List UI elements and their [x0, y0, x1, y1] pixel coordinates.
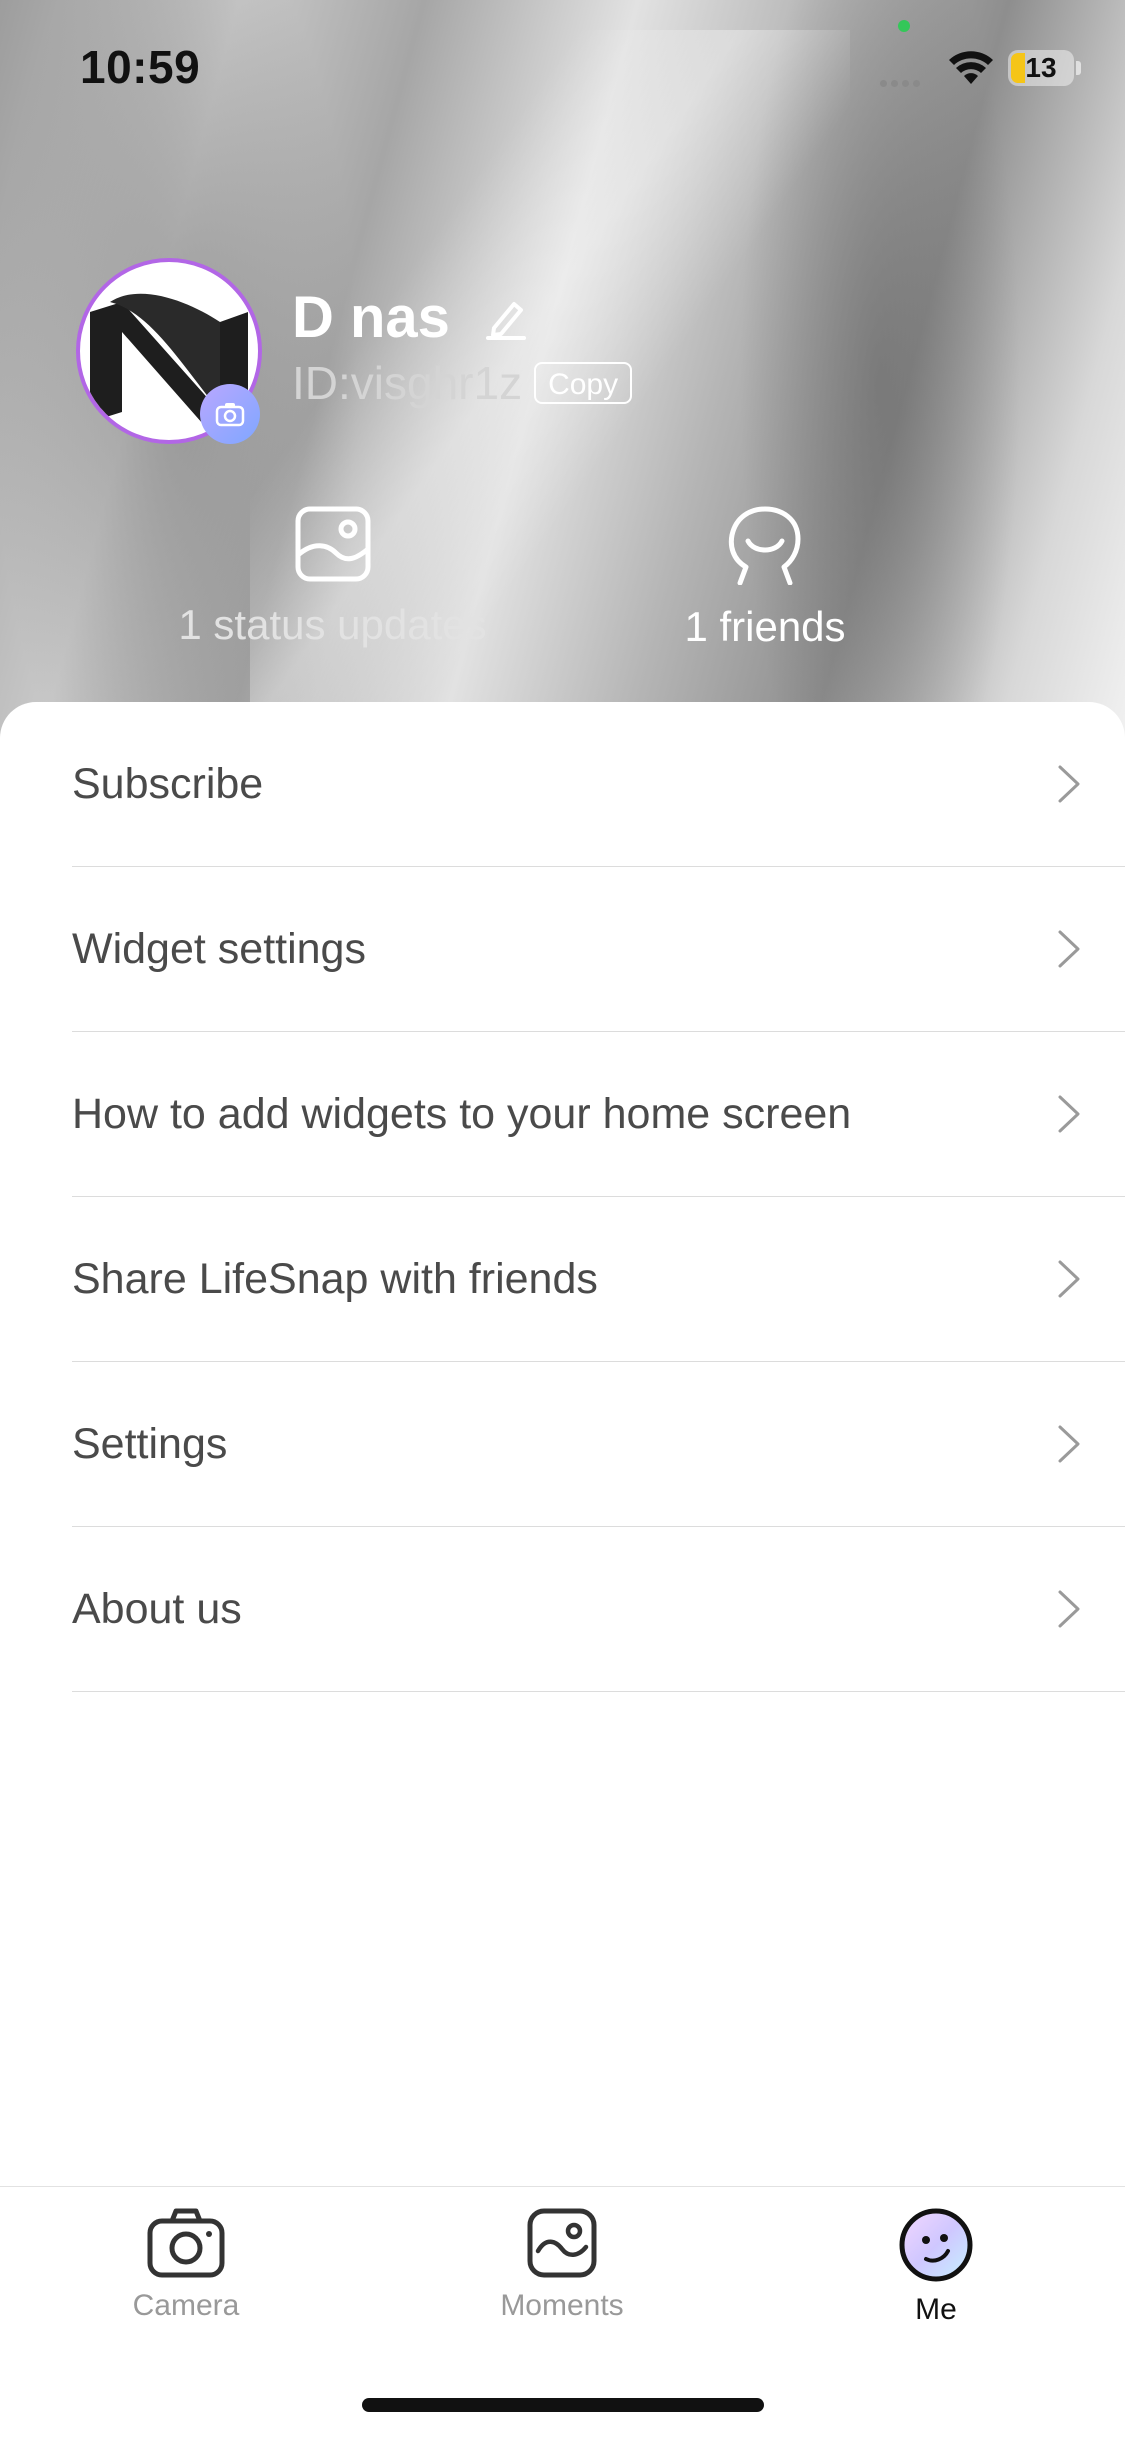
menu-item-label: Widget settings	[72, 925, 366, 973]
tab-me[interactable]: Me	[836, 2207, 1036, 2327]
menu-item-settings[interactable]: Settings	[72, 1362, 1125, 1527]
tab-moments[interactable]: Moments	[462, 2207, 662, 2323]
menu-item-how-to-add-widgets[interactable]: How to add widgets to your home screen	[72, 1032, 1125, 1197]
chevron-right-icon	[1058, 1425, 1080, 1463]
profile-id: ID:visghr1z	[292, 357, 523, 409]
chevron-right-icon	[1058, 1260, 1080, 1298]
menu-item-label: How to add widgets to your home screen	[72, 1090, 852, 1138]
tab-label: Me	[915, 2293, 957, 2326]
photo-icon	[295, 506, 370, 582]
chevron-right-icon	[1058, 930, 1080, 968]
battery-icon: 13	[1008, 50, 1074, 86]
change-avatar-camera-icon[interactable]	[200, 384, 260, 444]
status-time: 10:59	[80, 41, 201, 93]
menu-sheet: Subscribe Widget settings How to add wid…	[0, 702, 1125, 2182]
privacy-indicator-dot	[898, 20, 910, 32]
profile-name-row: D nas	[292, 284, 528, 351]
profile-id-row: ID:visghr1z Copy	[292, 356, 633, 410]
home-indicator	[362, 2398, 764, 2412]
profile-name: D nas	[292, 285, 450, 350]
moments-icon	[527, 2208, 597, 2278]
copy-id-button[interactable]: Copy	[534, 362, 633, 404]
friends-stat[interactable]: 1 friends	[660, 505, 870, 651]
menu-item-about-us[interactable]: About us	[72, 1527, 1125, 1692]
menu-item-subscribe[interactable]: Subscribe	[72, 702, 1125, 867]
tab-label: Camera	[132, 2289, 240, 2322]
chevron-right-icon	[1058, 1590, 1080, 1628]
menu-item-share-lifesnap[interactable]: Share LifeSnap with friends	[72, 1197, 1125, 1362]
camera-icon	[147, 2208, 225, 2278]
me-face-icon	[899, 2208, 973, 2282]
menu-item-label: Share LifeSnap with friends	[72, 1255, 598, 1303]
chevron-right-icon	[1058, 765, 1080, 803]
wifi-icon	[949, 51, 993, 84]
menu-item-widget-settings[interactable]: Widget settings	[72, 867, 1125, 1032]
cellular-signal-icon	[880, 74, 924, 92]
menu-item-label: Settings	[72, 1420, 228, 1468]
chevron-right-icon	[1058, 1095, 1080, 1133]
tab-camera[interactable]: Camera	[86, 2207, 286, 2323]
battery-percent: 13	[1025, 52, 1057, 83]
menu-item-label: Subscribe	[72, 760, 264, 808]
friends-icon	[728, 506, 801, 585]
status-bar: 10:59 13	[0, 0, 1125, 140]
menu-item-label: About us	[72, 1585, 242, 1633]
tab-label: Moments	[500, 2289, 624, 2322]
menu-list: Subscribe Widget settings How to add wid…	[0, 702, 1125, 1692]
status-updates-stat[interactable]: 1 status updates	[160, 505, 505, 649]
edit-name-icon[interactable]	[484, 296, 528, 340]
friends-label: 1 friends	[684, 603, 846, 650]
status-updates-label: 1 status updates	[178, 601, 487, 648]
